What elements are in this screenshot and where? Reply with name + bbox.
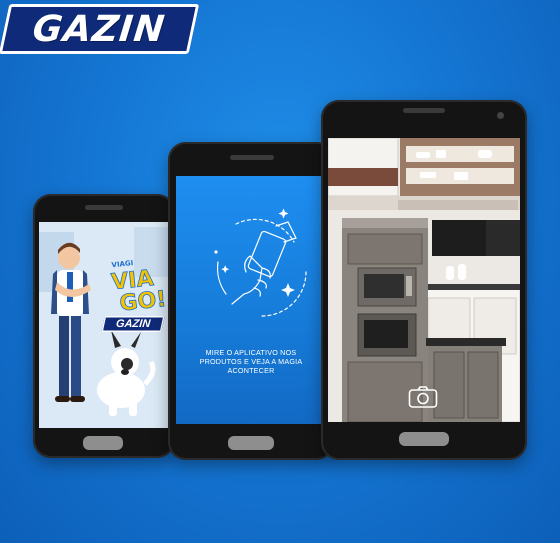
home-button[interactable]: [83, 436, 123, 450]
badge-text: GAZIN: [115, 318, 151, 330]
kitchen-scene: [328, 138, 520, 422]
phone-scan-icon: [214, 208, 307, 317]
ar-camera-screen: [328, 138, 520, 422]
svg-text:GO!: GO!: [118, 287, 167, 317]
instruction-screen: MIRE O APLICATIVO NOS PRODUTOS E VEJA A …: [176, 176, 326, 424]
gazin-badge: GAZIN: [101, 316, 165, 332]
phone-speaker: [230, 155, 274, 160]
phone-speaker: [403, 108, 445, 113]
logo-text: GAZIN: [30, 8, 168, 50]
phone-speaker: [85, 205, 123, 210]
promo-screen: VIAGI VIA GO! GAZIN: [39, 222, 169, 428]
phone-middle: MIRE O APLICATIVO NOS PRODUTOS E VEJA A …: [168, 142, 334, 460]
camera-icon: [408, 386, 438, 408]
capture-button[interactable]: [406, 384, 440, 410]
front-camera-dot: [497, 112, 504, 119]
gazin-logo: GAZIN: [0, 4, 200, 54]
home-button[interactable]: [228, 436, 274, 450]
phone-right: [321, 100, 527, 460]
home-button[interactable]: [399, 432, 449, 446]
instruction-text: MIRE O APLICATIVO NOS PRODUTOS E VEJA A …: [199, 348, 303, 375]
phone-left: VIAGI VIA GO! GAZIN: [33, 194, 175, 458]
